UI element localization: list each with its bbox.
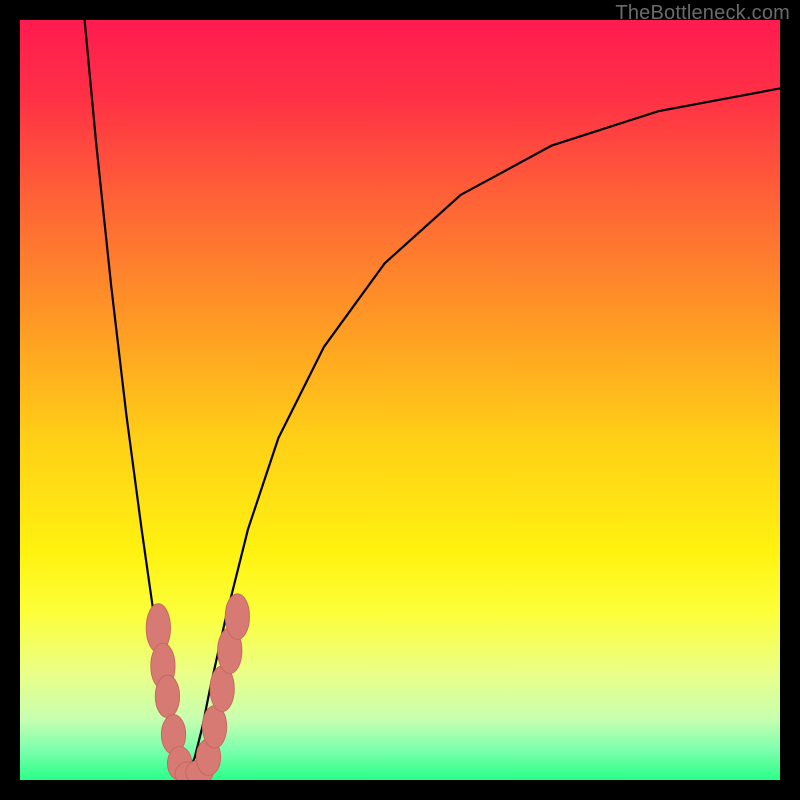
data-marker (225, 594, 249, 640)
watermark-text: TheBottleneck.com (615, 2, 790, 25)
data-marker (155, 675, 179, 718)
chart-curve (20, 20, 780, 780)
chart-frame: TheBottleneck.com (0, 0, 800, 800)
plot-area (20, 20, 780, 780)
series-right-branch (187, 88, 780, 776)
